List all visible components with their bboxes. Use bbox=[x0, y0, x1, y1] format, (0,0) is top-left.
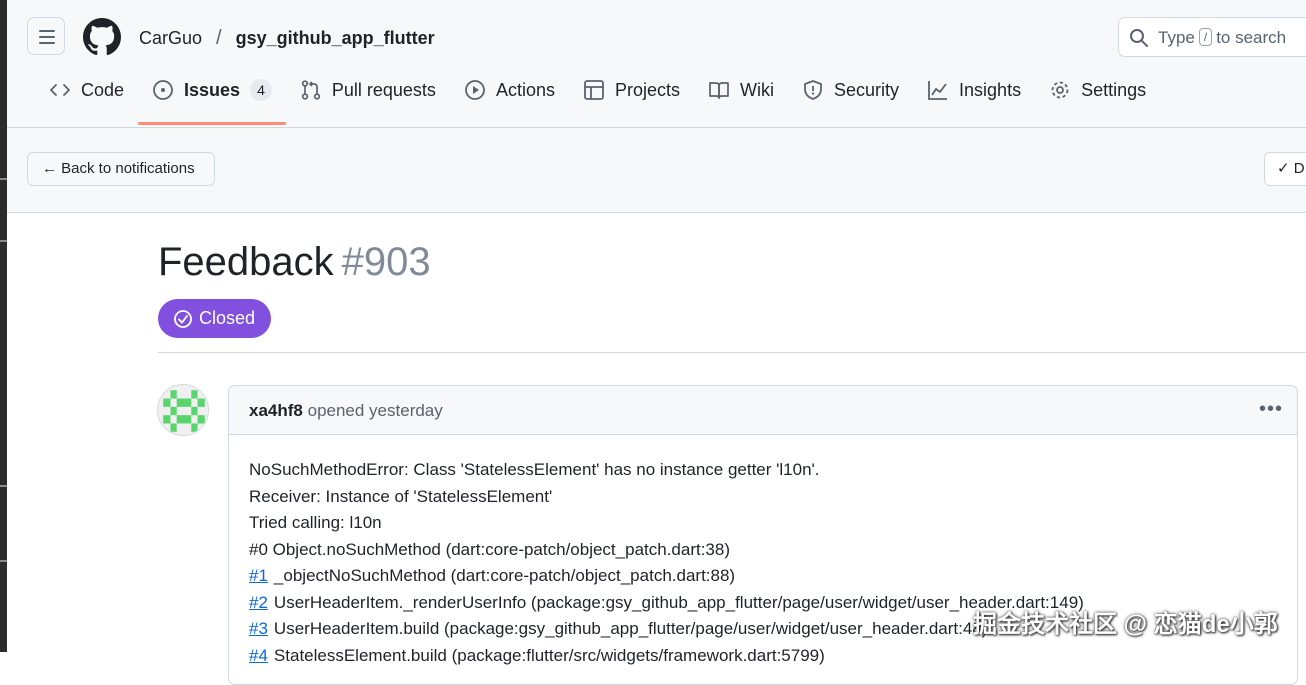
body-line: Tried calling: l10n bbox=[249, 513, 382, 532]
tab-pull-requests[interactable]: Pull requests bbox=[286, 79, 450, 125]
tab-wiki[interactable]: Wiki bbox=[694, 79, 788, 125]
tab-issues[interactable]: Issues 4 bbox=[138, 79, 286, 125]
issue-opened-icon bbox=[153, 80, 173, 100]
issue-comment: xa4hf8 opened yesterday ••• NoSuchMethod… bbox=[228, 385, 1298, 685]
repo-header: CarGuo / gsy_github_app_flutter Type / to … bbox=[7, 0, 1306, 128]
shield-icon bbox=[804, 80, 822, 100]
issue-state-badge: Closed bbox=[158, 299, 272, 338]
code-icon bbox=[50, 84, 70, 96]
breadcrumb-separator: / bbox=[216, 27, 222, 49]
issue-state-label: Closed bbox=[199, 308, 256, 328]
back-to-notifications-button[interactable]: ← Back to notifications bbox=[27, 152, 215, 186]
tab-label: Projects bbox=[614, 80, 680, 100]
left-edge-strip bbox=[0, 0, 7, 652]
body-line: Receiver: Instance of 'StatelessElement' bbox=[249, 486, 553, 506]
header-divider bbox=[158, 352, 1306, 353]
edge-mark bbox=[0, 178, 7, 180]
tab-projects[interactable]: Projects bbox=[569, 79, 694, 125]
search-input[interactable]: Type / to search bbox=[1118, 17, 1306, 57]
graph-icon bbox=[928, 81, 948, 100]
tab-label: Settings bbox=[1081, 80, 1147, 100]
body-line: #4 StatelessElement.build (package:flutte… bbox=[249, 645, 825, 665]
issue-closed-icon bbox=[174, 309, 192, 328]
tab-label: Actions bbox=[495, 80, 555, 100]
github-logo-icon[interactable] bbox=[83, 18, 121, 56]
comment-header: xa4hf8 opened yesterday ••• bbox=[229, 386, 1297, 435]
search-shortcut-key: / bbox=[1198, 28, 1213, 46]
comment-body: NoSuchMethodError: Class 'StatelessEleme… bbox=[229, 435, 1297, 684]
repo-owner-link[interactable]: CarGuo bbox=[139, 28, 202, 49]
table-icon bbox=[584, 80, 604, 100]
global-menu-button[interactable] bbox=[27, 17, 65, 55]
body-line: #0 Object.noSuchMethod (dart:core-patch/… bbox=[249, 539, 731, 559]
issue-title: Feedback #903 bbox=[158, 240, 431, 285]
issue-number: #903 bbox=[341, 240, 431, 284]
tab-security[interactable]: Security bbox=[788, 79, 913, 125]
repo-name-link[interactable]: gsy_github_app_flutter bbox=[236, 28, 435, 49]
identicon bbox=[158, 385, 208, 435]
issue-reference-link[interactable]: #1 bbox=[249, 566, 268, 585]
avatar[interactable] bbox=[157, 384, 209, 436]
kebab-menu-icon[interactable]: ••• bbox=[1259, 398, 1283, 421]
play-icon bbox=[465, 80, 485, 100]
search-placeholder: Type / to search bbox=[1158, 28, 1287, 47]
body-line: #1 _objectNoSuchMethod (dart:core-patch/o… bbox=[249, 566, 736, 585]
book-icon bbox=[709, 82, 729, 99]
tab-label: Security bbox=[834, 80, 900, 100]
issue-reference-link[interactable]: #4 bbox=[249, 646, 268, 665]
comment-meta: xa4hf8 opened yesterday bbox=[249, 401, 443, 421]
tab-label: Wiki bbox=[740, 80, 774, 100]
body-line: NoSuchMethodError: Class 'StatelessEleme… bbox=[249, 460, 820, 479]
tab-settings[interactable]: Settings bbox=[1035, 79, 1160, 125]
breadcrumb: CarGuo / gsy_github_app_flutter bbox=[139, 27, 435, 50]
watermark: 掘金技术社区 @ 恋猫de小郭 bbox=[973, 611, 1278, 638]
done-button[interactable]: ✓ D bbox=[1264, 152, 1306, 186]
repo-tabs: Code Issues 4 Pull requests Actions Proj… bbox=[35, 79, 1160, 125]
tab-label: Pull requests bbox=[331, 80, 436, 100]
comment-timestamp: opened yesterday bbox=[307, 401, 443, 420]
issue-title-text: Feedback bbox=[158, 240, 334, 284]
tab-label: Insights bbox=[959, 80, 1022, 100]
notification-bar: ← Back to notifications ✓ D bbox=[7, 128, 1306, 213]
search-icon bbox=[1130, 29, 1148, 47]
tab-label: Issues bbox=[184, 80, 241, 100]
tab-insights[interactable]: Insights bbox=[913, 79, 1035, 125]
edge-mark bbox=[0, 240, 7, 242]
issue-reference-link[interactable]: #3 bbox=[249, 619, 268, 638]
git-pull-request-icon bbox=[301, 80, 321, 100]
tab-code[interactable]: Code bbox=[35, 79, 138, 125]
tab-label: Code bbox=[81, 80, 125, 100]
issues-count-badge: 4 bbox=[250, 79, 272, 101]
edge-mark bbox=[0, 560, 7, 562]
edge-mark bbox=[0, 485, 7, 487]
gear-icon bbox=[1051, 81, 1069, 99]
tab-actions[interactable]: Actions bbox=[450, 79, 569, 125]
comment-author-link[interactable]: xa4hf8 bbox=[249, 401, 303, 420]
issue-reference-link[interactable]: #2 bbox=[249, 593, 268, 612]
